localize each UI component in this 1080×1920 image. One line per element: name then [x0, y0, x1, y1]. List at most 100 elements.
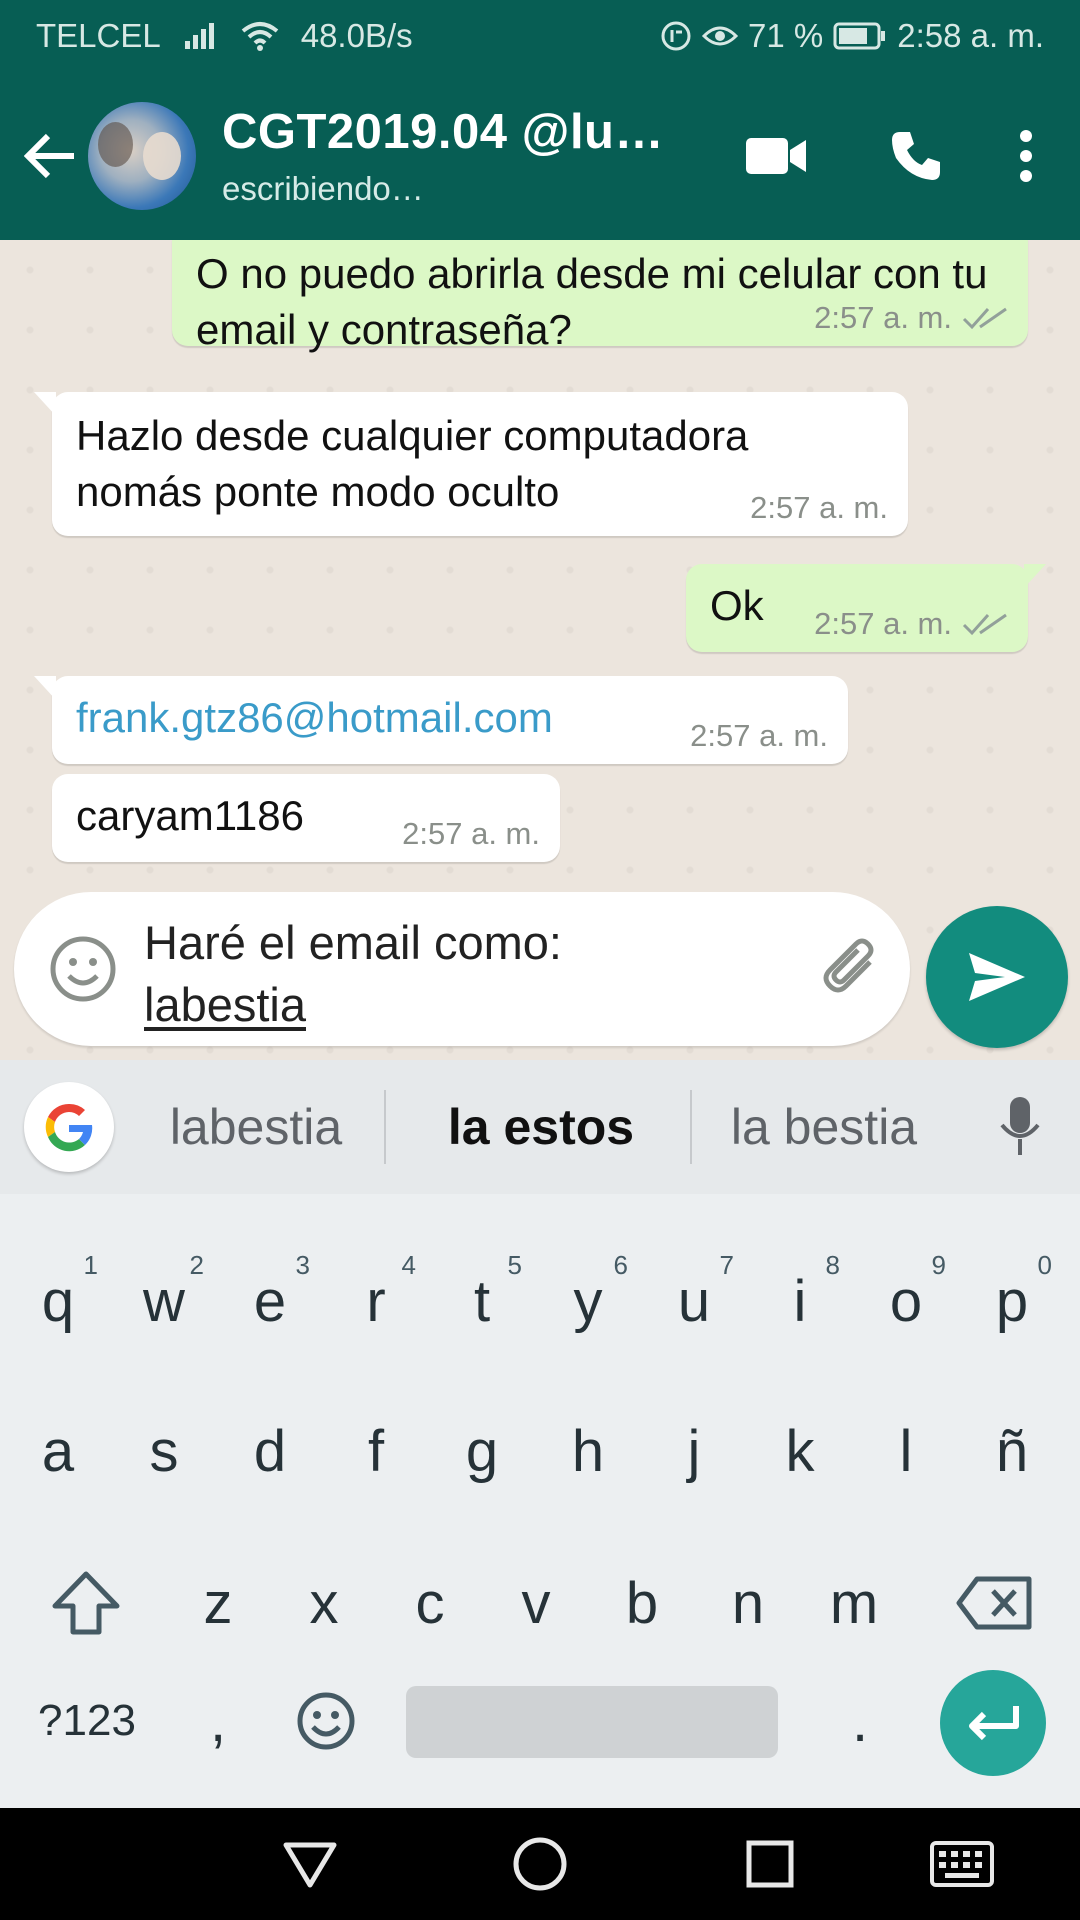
key-a[interactable]: a	[8, 1386, 108, 1516]
suggestion-3[interactable]: la bestia	[698, 1060, 950, 1194]
compose-line-2: labestia	[144, 978, 306, 1031]
backspace-icon	[956, 1576, 1032, 1630]
keyboard-icon	[930, 1841, 994, 1887]
message-bubble-incoming[interactable]: frank.gtz86@hotmail.com 2:57 a. m.	[34, 676, 848, 764]
back-button[interactable]	[12, 72, 88, 240]
key-g[interactable]: g	[432, 1386, 532, 1516]
key-y[interactable]: y6	[538, 1236, 638, 1366]
message-time: 2:57 a. m.	[690, 718, 828, 753]
message-bubble-incoming[interactable]: Hazlo desde cualquier computadora nomás …	[34, 392, 908, 536]
message-bubble-incoming[interactable]: caryam1186 2:57 a. m.	[52, 774, 560, 862]
phone-icon	[892, 132, 940, 180]
compose-line-1: Haré el email como:	[144, 916, 562, 969]
video-call-icon	[746, 138, 806, 174]
send-icon	[969, 953, 1025, 1001]
key-z[interactable]: z	[168, 1538, 268, 1668]
key-u[interactable]: u7	[644, 1236, 744, 1366]
key-hint: 0	[1037, 1250, 1052, 1280]
key-k[interactable]: k	[750, 1386, 850, 1516]
emoji-key[interactable]	[276, 1656, 376, 1786]
voice-input-button[interactable]	[990, 1090, 1050, 1164]
net-speed-label: 48.0B/s	[300, 17, 413, 54]
clock: 2:58 a. m.	[897, 17, 1044, 54]
google-g-icon	[45, 1103, 93, 1152]
enter-icon	[969, 1706, 1019, 1741]
voice-call-button[interactable]	[846, 72, 986, 240]
nav-home-icon	[513, 1837, 567, 1891]
key-b[interactable]: b	[592, 1538, 692, 1668]
suggestion-2[interactable]: la estos	[392, 1060, 690, 1194]
nav-recents-button[interactable]	[738, 1832, 802, 1896]
key-x[interactable]: x	[274, 1538, 374, 1668]
message-time: 2:57 a. m.	[814, 300, 952, 335]
nav-home-button[interactable]	[508, 1832, 572, 1896]
key-c[interactable]: c	[380, 1538, 480, 1668]
status-bar: TELCEL 48.0B/s 71 % 2:58 a. m.	[0, 0, 1080, 72]
message-bubble-outgoing[interactable]: O no puedo abrirla desde mi celular con …	[172, 240, 1028, 353]
chat-title-block[interactable]: CGT2019.04 @lu… escribiendo…	[222, 104, 682, 208]
key-o[interactable]: o9	[856, 1236, 956, 1366]
emoji-icon	[50, 936, 116, 1002]
send-button[interactable]	[926, 906, 1068, 1048]
nav-recents-icon	[746, 1840, 794, 1888]
key-hint: 3	[295, 1250, 310, 1280]
suggestion-divider	[690, 1090, 692, 1164]
key-n[interactable]: n	[698, 1538, 798, 1668]
video-call-button[interactable]	[706, 72, 846, 240]
google-button[interactable]	[24, 1082, 114, 1172]
wifi-icon	[241, 21, 279, 51]
key-hint: 1	[83, 1250, 98, 1280]
backspace-key[interactable]	[944, 1538, 1044, 1668]
key-s[interactable]: s	[114, 1386, 214, 1516]
key-hint: 9	[931, 1250, 946, 1280]
key-hint: 2	[189, 1250, 204, 1280]
key-v[interactable]: v	[486, 1538, 586, 1668]
enter-key[interactable]	[940, 1670, 1046, 1776]
signal-icon	[183, 21, 219, 51]
key-e[interactable]: e3	[220, 1236, 320, 1366]
back-arrow-icon	[24, 133, 74, 179]
key-label: q	[41, 1268, 75, 1334]
key-label: y	[573, 1268, 603, 1334]
key-d[interactable]: d	[220, 1386, 320, 1516]
avatar[interactable]	[88, 102, 196, 210]
key-j[interactable]: j	[644, 1386, 744, 1516]
key-i[interactable]: i8	[750, 1236, 850, 1366]
symbols-key[interactable]: ?123	[22, 1656, 152, 1786]
more-options-button[interactable]	[986, 72, 1066, 240]
message-time: 2:57 a. m.	[750, 490, 888, 525]
double-check-icon	[962, 307, 1007, 330]
key-label: e	[253, 1268, 287, 1334]
key-q[interactable]: q1	[8, 1236, 108, 1366]
nav-back-button[interactable]	[278, 1832, 342, 1896]
battery-percent: 71 %	[748, 17, 824, 54]
key-hint: 8	[825, 1250, 840, 1280]
message-input[interactable]: Haré el email como: labestia	[14, 892, 910, 1046]
key-m[interactable]: m	[804, 1538, 904, 1668]
message-text: caryam1186	[76, 792, 305, 839]
period-key[interactable]: .	[810, 1656, 910, 1786]
compose-text[interactable]: Haré el email como: labestia	[144, 912, 784, 1036]
message-bubble-outgoing[interactable]: Ok 2:57 a. m.	[686, 564, 1046, 652]
key-r[interactable]: r4	[326, 1236, 426, 1366]
key-t[interactable]: t5	[432, 1236, 532, 1366]
key-label: t	[473, 1268, 491, 1334]
key-n-tilde[interactable]: ñ	[962, 1386, 1062, 1516]
email-link[interactable]: frank.gtz86@hotmail.com	[76, 694, 553, 741]
compose-bar: Haré el email como: labestia	[0, 880, 1080, 1060]
comma-key[interactable]: ,	[168, 1656, 268, 1786]
mic-icon	[1000, 1097, 1040, 1155]
key-label: i	[793, 1268, 807, 1334]
keyboard-toggle-button[interactable]	[912, 1832, 1012, 1896]
shift-key[interactable]	[36, 1538, 136, 1668]
suggestion-1[interactable]: labestia	[136, 1060, 376, 1194]
key-l[interactable]: l	[856, 1386, 956, 1516]
key-p[interactable]: p0	[962, 1236, 1062, 1366]
attach-button[interactable]	[814, 932, 890, 1008]
key-f[interactable]: f	[326, 1386, 426, 1516]
space-bar[interactable]	[406, 1686, 778, 1758]
key-h[interactable]: h	[538, 1386, 638, 1516]
key-label: r	[366, 1268, 386, 1334]
key-w[interactable]: w2	[114, 1236, 214, 1366]
emoji-button[interactable]	[44, 930, 122, 1008]
